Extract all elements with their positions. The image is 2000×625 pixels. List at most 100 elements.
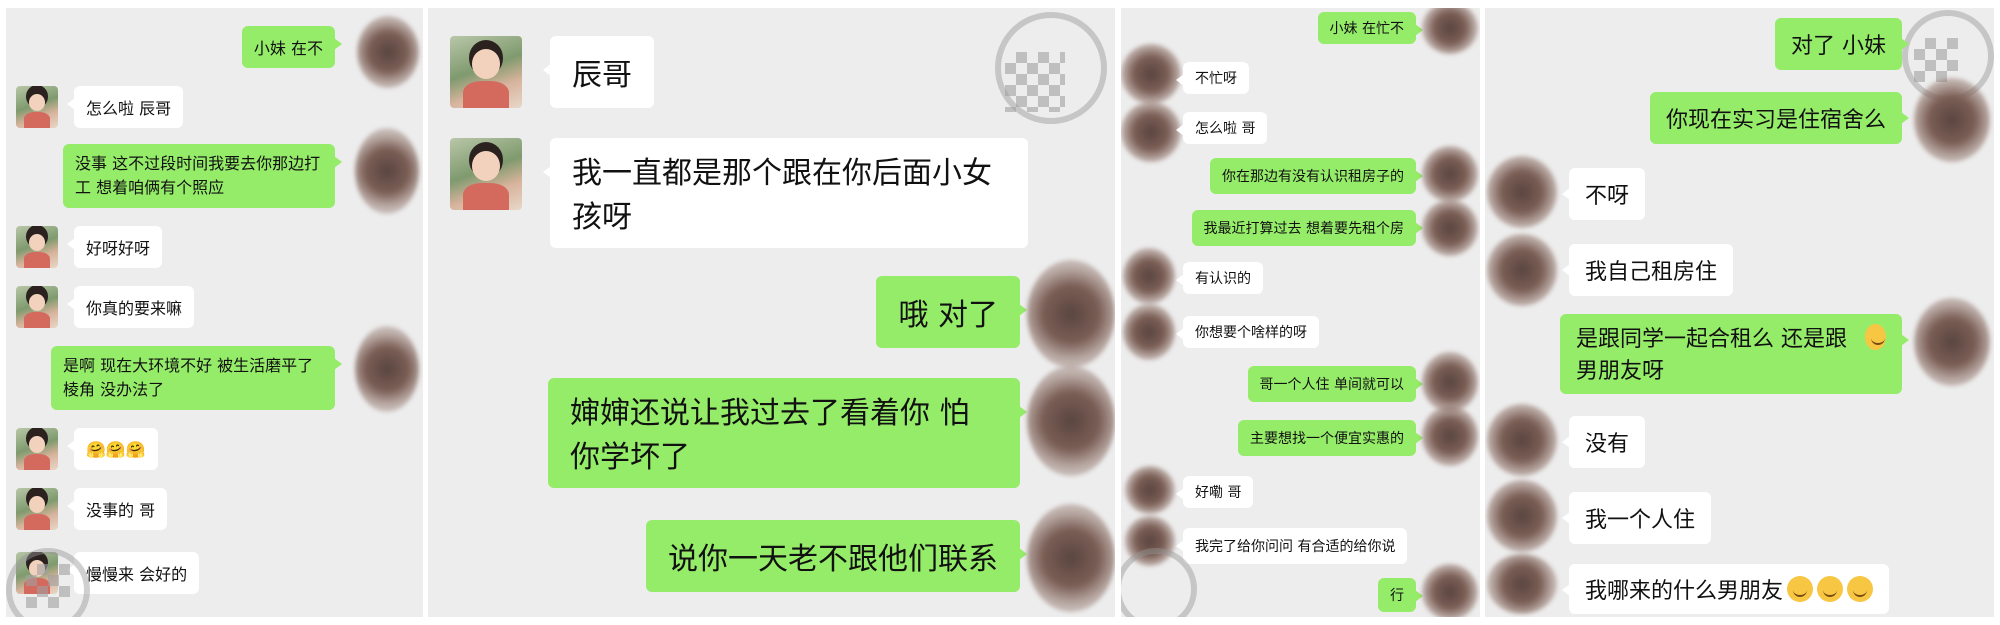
message-text: 说你一天老不跟他们联系 xyxy=(668,542,998,577)
message-text: 有认识的 xyxy=(1195,271,1251,287)
blurred-avatar-icon xyxy=(1027,504,1115,612)
sent-message-bubble[interactable]: 对了 小妹 xyxy=(1775,18,1909,70)
sent-message-bubble[interactable]: 主要想找一个便宜实惠的 xyxy=(1238,420,1423,456)
message-text: 我最近打算过去 想着要先租个房 xyxy=(1203,221,1404,237)
blurred-avatar-icon xyxy=(1123,248,1175,304)
facepalm-emoji-icon xyxy=(1817,576,1844,602)
blurred-avatar-icon xyxy=(1027,260,1115,368)
watermark-mosaic-icon xyxy=(1005,52,1065,112)
sent-message-bubble[interactable]: 行 xyxy=(1378,578,1423,612)
received-message-bubble[interactable]: 你想要个啥样的呀 xyxy=(1176,316,1319,348)
received-message-bubble[interactable]: 怎么啦 哥 xyxy=(1175,112,1268,144)
blurred-avatar-icon xyxy=(1422,406,1478,466)
sent-message-bubble[interactable]: 婶婶还说让我过去了看着你 怕你学坏了 xyxy=(548,378,1027,488)
contact-avatar[interactable] xyxy=(16,488,58,530)
message-text: 没有 xyxy=(1585,432,1630,457)
message-text: 你真的要来嘛 xyxy=(86,299,183,318)
chat-panel-4: 对了 小妹 你现在实习是住宿舍么 不呀 我自己租房住 是跟同学一起合租么 还是跟… xyxy=(1485,8,1994,617)
sent-message-bubble[interactable]: 哥一个人住 单间就可以 xyxy=(1247,366,1424,402)
message-text: 不呀 xyxy=(1585,184,1630,209)
message-text: 怎么啦 辰哥 xyxy=(86,99,172,118)
facepalm-emoji-icon xyxy=(1787,576,1814,602)
received-message-bubble[interactable]: 没有 xyxy=(1561,416,1646,468)
blurred-avatar-icon xyxy=(1422,146,1478,202)
facepalm-emoji-icon xyxy=(1847,576,1874,602)
blurred-avatar-icon xyxy=(1487,554,1557,614)
received-message-bubble[interactable]: 我一个人住 xyxy=(1561,492,1712,544)
message-text: 哥一个人住 单间就可以 xyxy=(1259,377,1404,393)
chat-panel-3: 小妹 在忙不 不忙呀 怎么啦 哥 你在那边有没有认识租房子的 我最近打算过去 想… xyxy=(1121,8,1480,617)
received-message-bubble[interactable]: 没事的 哥 xyxy=(66,488,168,530)
message-text: 好呀好呀 xyxy=(86,239,151,258)
received-message-bubble[interactable]: 慢慢来 会好的 xyxy=(66,552,200,594)
message-text: 你想要个啥样的呀 xyxy=(1195,325,1307,341)
message-text: 你现在实习是住宿舍么 xyxy=(1665,108,1886,133)
message-text: 好嘞 哥 xyxy=(1195,485,1242,501)
sent-message-bubble[interactable]: 我最近打算过去 想着要先租个房 xyxy=(1191,210,1424,246)
sent-message-bubble[interactable]: 你在那边有没有认识租房子的 xyxy=(1210,158,1423,194)
received-message-bubble[interactable]: 我一直都是那个跟在你后面小女孩呀 xyxy=(543,138,1028,248)
contact-avatar[interactable] xyxy=(450,138,522,210)
received-message-bubble[interactable]: 🤗🤗🤗 xyxy=(67,428,158,470)
received-message-bubble[interactable]: 你真的要来嘛 xyxy=(66,286,195,328)
contact-avatar[interactable] xyxy=(450,36,522,108)
blurred-avatar-icon xyxy=(357,16,419,88)
sent-message-bubble[interactable]: 哦 对了 xyxy=(876,276,1027,348)
blurred-avatar-icon xyxy=(1121,44,1181,104)
blurred-avatar-icon xyxy=(1422,352,1478,412)
contact-avatar[interactable] xyxy=(16,428,58,470)
message-text: 我一个人住 xyxy=(1585,508,1696,533)
message-text: 小妹 在不 xyxy=(253,39,323,58)
blurred-avatar-icon xyxy=(1487,404,1557,476)
blurred-avatar-icon xyxy=(1027,366,1115,476)
sent-message-bubble[interactable]: 是啊 现在大环境不好 被生活磨平了棱角 没办法了 xyxy=(51,346,342,410)
sent-message-bubble[interactable]: 小妹 在忙不 xyxy=(1317,12,1424,44)
message-text: 是跟同学一起合租么 还是跟男朋友呀 xyxy=(1576,327,1847,384)
received-message-bubble[interactable]: 怎么啦 辰哥 xyxy=(66,86,184,128)
received-message-bubble[interactable]: 不呀 xyxy=(1561,168,1646,220)
message-text: 对了 小妹 xyxy=(1791,34,1886,59)
emoji-text: 🤗🤗🤗 xyxy=(86,439,146,459)
message-text: 我完了给你问问 有合适的给你说 xyxy=(1195,539,1396,555)
message-text: 主要想找一个便宜实惠的 xyxy=(1250,431,1404,447)
sent-message-bubble[interactable]: 是跟同学一起合租么 还是跟男朋友呀 xyxy=(1560,314,1909,394)
received-message-bubble[interactable]: 我自己租房住 xyxy=(1561,244,1734,296)
received-message-bubble[interactable]: 我完了给你问问 有合适的给你说 xyxy=(1175,528,1408,564)
blurred-avatar-icon xyxy=(1914,78,1990,162)
blurred-avatar-icon xyxy=(1487,156,1557,228)
contact-avatar[interactable] xyxy=(16,226,58,268)
message-text: 慢慢来 会好的 xyxy=(86,565,188,584)
sent-message-bubble[interactable]: 你现在实习是住宿舍么 xyxy=(1649,92,1910,144)
message-text: 是啊 现在大环境不好 被生活磨平了棱角 没办法了 xyxy=(63,356,314,399)
received-message-bubble[interactable]: 好呀好呀 xyxy=(66,226,163,268)
contact-avatar[interactable] xyxy=(16,86,58,128)
message-text: 辰哥 xyxy=(572,58,632,93)
blurred-avatar-icon xyxy=(1422,200,1478,256)
message-text: 没事的 哥 xyxy=(86,501,156,520)
awkward-smile-emoji-icon xyxy=(1865,324,1886,350)
received-message-bubble[interactable]: 辰哥 xyxy=(543,36,654,108)
blurred-avatar-icon xyxy=(1914,298,1990,386)
sent-message-bubble[interactable]: 说你一天老不跟他们联系 xyxy=(646,520,1027,592)
received-message-bubble[interactable]: 不忙呀 xyxy=(1176,62,1249,94)
received-message-bubble[interactable]: 有认识的 xyxy=(1176,262,1263,294)
sent-message-bubble[interactable]: 小妹 在不 xyxy=(241,26,343,68)
received-message-bubble[interactable]: 好嘞 哥 xyxy=(1175,476,1254,508)
received-message-bubble[interactable]: 我哪来的什么男朋友 xyxy=(1561,564,1890,614)
blurred-avatar-icon xyxy=(355,128,419,214)
contact-avatar[interactable] xyxy=(16,286,58,328)
blurred-avatar-icon xyxy=(1125,466,1175,514)
message-text: 行 xyxy=(1390,588,1404,604)
message-text: 不忙呀 xyxy=(1195,71,1237,87)
message-text: 你在那边有没有认识租房子的 xyxy=(1222,169,1404,185)
watermark-mosaic-icon xyxy=(1914,38,1958,82)
message-text: 没事 这不过段时间我要去你那边打工 想着咱俩有个照应 xyxy=(75,154,321,197)
blurred-avatar-icon xyxy=(1422,8,1478,54)
message-text: 婶婶还说让我过去了看着你 怕你学坏了 xyxy=(570,396,970,475)
sent-message-bubble[interactable]: 没事 这不过段时间我要去你那边打工 想着咱俩有个照应 xyxy=(63,144,342,208)
blurred-avatar-icon xyxy=(1487,234,1557,306)
message-text: 我哪来的什么男朋友 xyxy=(1585,579,1784,604)
chat-panel-1: 小妹 在不 怎么啦 辰哥 没事 这不过段时间我要去你那边打工 想着咱俩有个照应 … xyxy=(6,8,423,617)
blurred-avatar-icon xyxy=(355,326,419,412)
blurred-avatar-icon xyxy=(1422,564,1478,617)
